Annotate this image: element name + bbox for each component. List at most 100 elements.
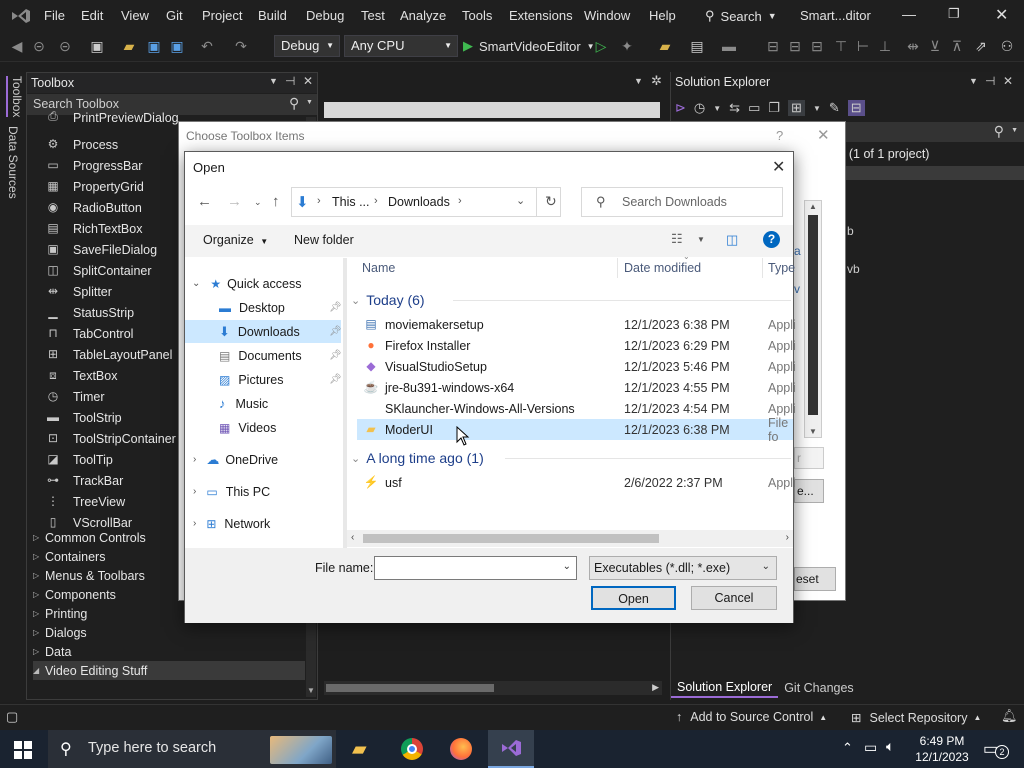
address-bar[interactable]: ⬇ › This ... › Downloads › ⌄ ↻ [291, 187, 561, 217]
notification-ready-icon[interactable]: ▢ [6, 709, 18, 725]
menu-project[interactable]: Project [202, 8, 242, 23]
windows-start-icon[interactable] [14, 741, 32, 759]
choose-reset-button[interactable]: eset [794, 567, 836, 591]
breadcrumb-this-pc[interactable]: This ... [332, 195, 370, 209]
file-row[interactable]: ☕ jre-8u391-windows-x64 12/1/2023 4:55 PM A… [357, 377, 796, 398]
file-list-hscrollbar[interactable]: ‹ › [347, 530, 793, 547]
refresh-icon[interactable]: ↻ [545, 193, 557, 210]
open-button[interactable]: Open [591, 586, 676, 610]
group-header-old[interactable]: ⌄ A long time ago (1) [351, 448, 484, 468]
chevron-right-icon[interactable]: › [193, 454, 196, 465]
save-icon[interactable]: ▣ [145, 37, 163, 55]
scroll-down-icon[interactable]: ▼ [307, 686, 315, 695]
choose-browse-button[interactable]: e... [794, 479, 824, 503]
toolbox-group-video-editing-stuff[interactable]: ◢ Video Editing Stuff [33, 661, 305, 680]
network-tray-icon[interactable]: ▭ [864, 739, 877, 756]
breadcrumb-downloads[interactable]: Downloads [388, 195, 450, 209]
platform-select[interactable]: Any CPU ▼ [344, 35, 458, 57]
action-center-button[interactable]: ▭ 2 [983, 739, 1009, 759]
panel-menu-icon[interactable]: ▼ [969, 76, 978, 86]
file-type-filter[interactable]: Executables (*.dll; *.exe) ⌄ [589, 556, 777, 580]
forward-arrow-icon[interactable]: → [227, 193, 242, 210]
column-divider[interactable] [762, 258, 763, 278]
folder-nav-icon[interactable]: ▰ [656, 37, 674, 55]
close-icon[interactable]: ✕ [772, 157, 785, 177]
view-options-icon[interactable]: ☷ [671, 231, 683, 247]
forward-nav-icon[interactable]: ⊝ [30, 37, 48, 55]
nav-downloads[interactable]: ⬇ Downloads 📌︎ [185, 320, 342, 343]
bell-icon[interactable]: 🔔︎ [1001, 708, 1018, 724]
chevron-down-icon[interactable]: ▼ [697, 235, 705, 244]
menu-analyze[interactable]: Analyze [400, 8, 446, 23]
file-explorer-taskbar-icon[interactable]: ▰ [352, 738, 367, 761]
menu-file[interactable]: File [44, 8, 65, 23]
back-arrow-icon[interactable]: ← [197, 193, 212, 210]
choose-list-scrollbar[interactable]: ▲ ▼ [804, 200, 822, 438]
nav-quick-access[interactable]: ⌄ ★ Quick access [185, 272, 341, 295]
start-without-debug-icon[interactable]: ▷ [592, 37, 610, 55]
menu-test[interactable]: Test [361, 8, 385, 23]
file-row[interactable]: SKlauncher-Windows-All-Versions 12/1/2023… [357, 398, 796, 419]
live-share-icon[interactable]: ⇗ [972, 37, 990, 55]
organize-button[interactable]: Organize ▼ [203, 233, 268, 247]
scroll-up-icon[interactable]: ▲ [809, 202, 817, 211]
scroll-thumb[interactable] [363, 534, 659, 543]
configuration-select[interactable]: Debug ▼ [274, 35, 340, 57]
save-all-icon[interactable]: ▣ [168, 37, 186, 55]
nav-this-pc[interactable]: › ▭ This PC [185, 480, 341, 503]
recent-chevron-icon[interactable]: ⌄ [254, 197, 262, 208]
copy-icon[interactable]: ❐ [768, 100, 780, 116]
sync-icon[interactable]: ⇆ [729, 100, 740, 116]
up-arrow-icon[interactable]: ↑ [272, 193, 280, 210]
nav-desktop[interactable]: ▬ Desktop 📌︎ [185, 296, 342, 319]
undo-icon[interactable]: ↶ [198, 37, 216, 55]
tab-git-changes[interactable]: Git Changes [778, 679, 859, 697]
properties-icon[interactable]: ✎ [829, 100, 840, 116]
close-window-button[interactable]: ✕ [995, 5, 1008, 25]
format-icon[interactable]: ▤ [688, 37, 706, 55]
show-hidden-icons-chevron[interactable]: ⌃ [842, 740, 853, 756]
tab-solution-explorer[interactable]: Solution Explorer [671, 678, 779, 698]
file-row[interactable]: ▰ ModerUI 12/1/2023 6:38 PM File fo [357, 416, 793, 444]
scroll-right-icon[interactable]: › [786, 532, 789, 543]
scroll-right-icon[interactable]: ▶ [652, 682, 659, 693]
help-button[interactable]: ? [776, 128, 783, 143]
spacing-icon[interactable]: ⇹ [904, 37, 922, 55]
menu-git[interactable]: Git [166, 8, 183, 23]
filename-input[interactable] [377, 559, 555, 577]
chevron-expanded-icon[interactable]: ⌄ [192, 278, 200, 289]
toolbox-side-tab[interactable]: Toolbox [6, 76, 24, 118]
editor-hscrollbar[interactable]: ▶ [324, 681, 662, 695]
chevron-down-icon[interactable]: ⌄ [563, 561, 571, 572]
editor-dropdown-icon[interactable]: ▼ [634, 76, 643, 86]
editor-settings-icon[interactable]: ✲ [651, 73, 662, 89]
volume-muted-icon[interactable]: 🔈︎ [886, 738, 894, 755]
new-folder-button[interactable]: New folder [294, 233, 354, 247]
taskbar-search-box[interactable]: ⚲ Type here to search [48, 730, 336, 768]
history-icon[interactable]: ◷ [694, 100, 705, 116]
firefox-taskbar-icon[interactable] [450, 738, 472, 760]
column-date-modified[interactable]: Date modified [624, 261, 701, 275]
restore-button[interactable]: ❐ [948, 6, 960, 22]
close-icon[interactable]: ✕ [817, 126, 830, 144]
select-repository-button[interactable]: ⊞ Select Repository ▲ [851, 710, 981, 726]
redo-icon[interactable]: ↷ [232, 37, 250, 55]
scroll-thumb[interactable] [326, 684, 494, 692]
menu-build[interactable]: Build [258, 8, 287, 23]
help-icon[interactable]: ? [763, 231, 780, 248]
vs-search-button[interactable]: ⚲ Search ▼ [705, 7, 777, 25]
menu-window[interactable]: Window [584, 8, 630, 23]
nav-music[interactable]: ♪ Music [185, 392, 341, 415]
choose-disabled-button[interactable]: r [794, 447, 824, 469]
file-row[interactable]: ⚡ usf 2/6/2022 2:37 PM Appli [357, 472, 796, 493]
new-project-icon[interactable]: ▣ [88, 37, 106, 55]
search-downloads-field[interactable]: ⚲ Search Downloads [581, 187, 783, 217]
datasources-side-tab[interactable]: Data Sources [6, 126, 20, 199]
menu-debug[interactable]: Debug [306, 8, 344, 23]
cancel-button[interactable]: Cancel [691, 586, 777, 610]
menu-tools[interactable]: Tools [462, 8, 492, 23]
menu-help[interactable]: Help [649, 8, 676, 23]
column-type[interactable]: Type [768, 261, 795, 275]
pin-icon[interactable]: ⊣ [285, 74, 295, 88]
menu-edit[interactable]: Edit [81, 8, 103, 23]
